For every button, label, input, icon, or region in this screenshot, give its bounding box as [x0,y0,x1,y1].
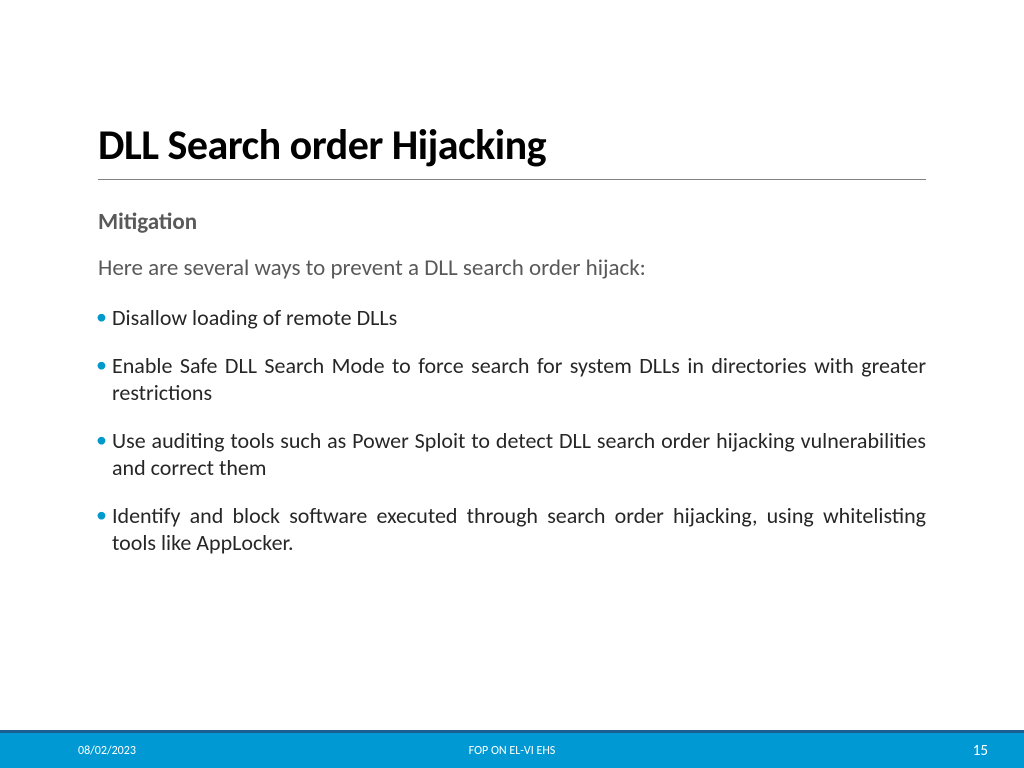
list-item: Use auditing tools such as Power Sploit … [98,427,926,482]
list-item: Identify and block software executed thr… [98,502,926,557]
footer-center-text: FOP ON EL-VI EHS [469,744,556,758]
list-item: Disallow loading of remote DLLs [98,304,926,332]
title-divider [98,179,926,180]
slide-content: DLL Search order Hijacking Mitigation He… [0,0,1024,557]
intro-text: Here are several ways to prevent a DLL s… [98,254,926,282]
footer-date: 08/02/2023 [78,744,136,758]
bullet-list: Disallow loading of remote DLLs Enable S… [98,304,926,557]
section-heading: Mitigation [98,208,926,236]
slide-title: DLL Search order Hijacking [98,120,926,171]
list-item: Enable Safe DLL Search Mode to force sea… [98,352,926,407]
footer-page-number: 15 [973,742,988,760]
footer-bar: 08/02/2023 FOP ON EL-VI EHS 15 [0,733,1024,768]
slide-footer: 08/02/2023 FOP ON EL-VI EHS 15 [0,730,1024,768]
